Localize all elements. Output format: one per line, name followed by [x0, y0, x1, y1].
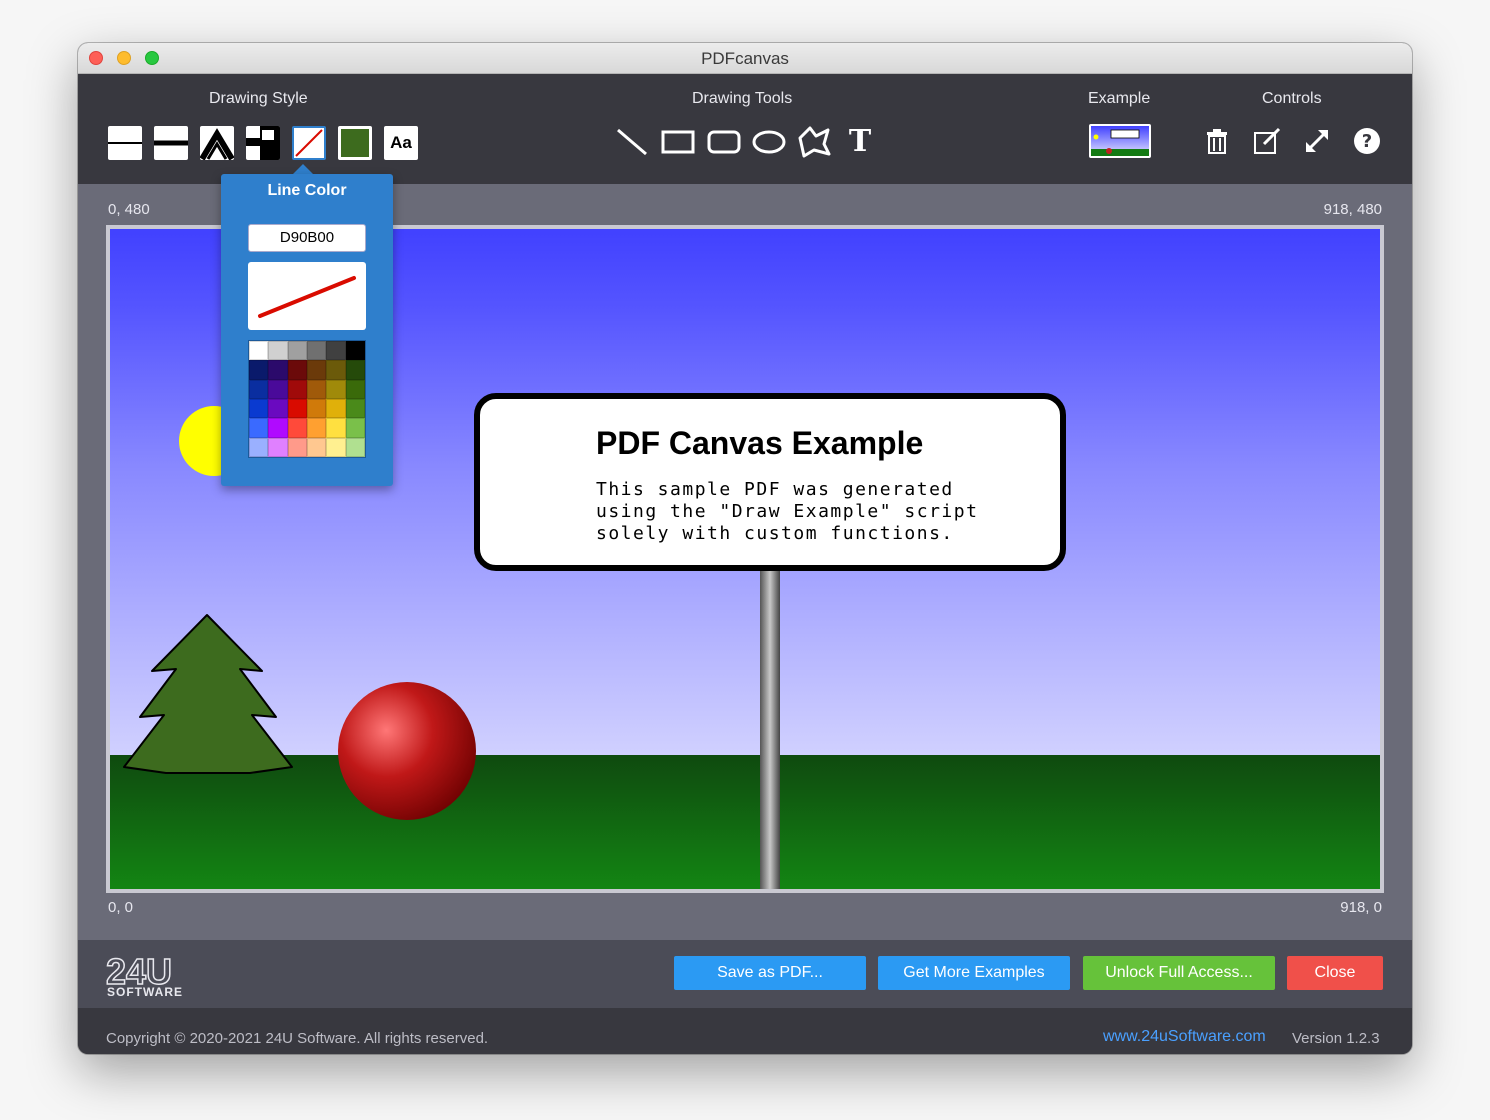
- footer: Copyright © 2020-2021 24U Software. All …: [78, 1008, 1412, 1054]
- text-style-button[interactable]: Aa: [384, 126, 418, 160]
- thick-line-icon: [154, 140, 188, 146]
- color-swatch[interactable]: [249, 418, 269, 438]
- ellipse-tool-icon[interactable]: [751, 124, 787, 160]
- line-color-popover: Line Color D90B00: [221, 174, 393, 486]
- line-join-button[interactable]: [200, 126, 234, 160]
- color-swatch[interactable]: [287, 341, 307, 361]
- color-swatch[interactable]: [326, 437, 346, 457]
- coord-top-right: 918, 480: [1323, 201, 1382, 218]
- color-swatch[interactable]: [268, 341, 288, 361]
- svg-text:?: ?: [1362, 131, 1372, 152]
- sign-text: This sample PDF was generated using the …: [596, 479, 979, 544]
- color-swatch[interactable]: [249, 341, 269, 361]
- color-swatch[interactable]: [326, 341, 346, 361]
- color-swatch[interactable]: [249, 399, 269, 419]
- color-swatch[interactable]: [287, 360, 307, 380]
- copyright-text: Copyright © 2020-2021 24U Software. All …: [106, 1030, 489, 1047]
- color-swatch[interactable]: [326, 379, 346, 399]
- color-swatch[interactable]: [326, 360, 346, 380]
- window-title: PDFcanvas: [701, 49, 789, 68]
- color-swatch[interactable]: [326, 399, 346, 419]
- line-cap-icon: [246, 126, 280, 160]
- color-swatch[interactable]: [249, 379, 269, 399]
- color-swatch[interactable]: [307, 399, 327, 419]
- color-swatch[interactable]: [307, 418, 327, 438]
- color-swatch[interactable]: [287, 399, 307, 419]
- color-swatch[interactable]: [307, 360, 327, 380]
- line-tool-icon[interactable]: [614, 124, 650, 160]
- color-swatch[interactable]: [249, 360, 269, 380]
- title-bar: PDFcanvas: [78, 43, 1412, 74]
- example-label: Example: [1088, 90, 1151, 107]
- color-swatch[interactable]: [345, 379, 365, 399]
- coord-top-left: 0, 480: [108, 201, 150, 218]
- thin-line-button[interactable]: [108, 126, 142, 160]
- save-as-pdf-button[interactable]: Save as PDF...: [674, 956, 866, 990]
- line-color-preview: [248, 262, 366, 330]
- text-tool-icon[interactable]: T: [842, 124, 878, 160]
- close-button[interactable]: Close: [1287, 956, 1383, 990]
- example-thumbnail-image: [1091, 126, 1149, 156]
- color-swatch[interactable]: [287, 437, 307, 457]
- tree-shape: [123, 614, 293, 774]
- 24u-software-logo: 24U SOFTWARE: [106, 954, 183, 998]
- sign-pole: [760, 559, 780, 889]
- line-color-button[interactable]: [292, 126, 326, 160]
- popover-title: Line Color: [267, 182, 347, 199]
- text-style-icon: Aa: [390, 133, 412, 152]
- color-swatch[interactable]: [345, 399, 365, 419]
- color-swatch[interactable]: [249, 437, 269, 457]
- rectangle-tool-icon[interactable]: [660, 124, 696, 160]
- red-ball-shape: [338, 682, 476, 820]
- example-thumbnail-button[interactable]: [1089, 124, 1151, 158]
- color-swatch[interactable]: [326, 418, 346, 438]
- website-link[interactable]: www.24uSoftware.com: [1103, 1028, 1266, 1046]
- thick-line-button[interactable]: [154, 126, 188, 160]
- rounded-rectangle-tool-icon[interactable]: [706, 124, 742, 160]
- color-swatch[interactable]: [345, 360, 365, 380]
- expand-icon[interactable]: [1302, 126, 1332, 156]
- sign-board: PDF Canvas Example This sample PDF was g…: [474, 393, 1066, 571]
- color-swatch[interactable]: [307, 379, 327, 399]
- color-swatch[interactable]: [268, 399, 288, 419]
- color-swatch[interactable]: [268, 437, 288, 457]
- toolbar: Drawing Style Drawing Tools Example Cont…: [78, 74, 1412, 184]
- help-icon[interactable]: ?: [1352, 126, 1382, 156]
- bottom-bar: 24U SOFTWARE Save as PDF... Get More Exa…: [78, 940, 1412, 1008]
- line-preview-icon: [258, 276, 356, 318]
- color-swatch[interactable]: [268, 360, 288, 380]
- controls-label: Controls: [1262, 90, 1322, 107]
- line-join-icon: [200, 128, 234, 160]
- unlock-full-access-button[interactable]: Unlock Full Access...: [1083, 956, 1275, 990]
- coord-bottom-right: 918, 0: [1340, 899, 1382, 916]
- color-swatch[interactable]: [345, 418, 365, 438]
- drawing-tools-label: Drawing Tools: [692, 90, 793, 107]
- color-swatch[interactable]: [268, 379, 288, 399]
- logo-sub-text: SOFTWARE: [107, 985, 183, 998]
- drawing-style-label: Drawing Style: [209, 90, 308, 107]
- sign-title: PDF Canvas Example: [596, 425, 924, 461]
- color-swatch[interactable]: [268, 418, 288, 438]
- fill-color-swatch: [341, 129, 369, 157]
- fill-color-button[interactable]: [338, 126, 372, 160]
- line-cap-button[interactable]: [246, 126, 280, 160]
- color-swatch[interactable]: [345, 437, 365, 457]
- color-swatch[interactable]: [287, 379, 307, 399]
- get-more-examples-button[interactable]: Get More Examples: [878, 956, 1070, 990]
- color-swatch[interactable]: [345, 341, 365, 361]
- color-palette: [248, 340, 366, 458]
- coord-bottom-left: 0, 0: [108, 899, 134, 916]
- polygon-tool-icon[interactable]: [796, 124, 832, 160]
- edit-icon[interactable]: [1252, 126, 1282, 156]
- thin-line-icon: [108, 142, 142, 144]
- version-text: Version 1.2.3: [1292, 1030, 1380, 1047]
- trash-icon[interactable]: [1202, 126, 1232, 156]
- color-swatch[interactable]: [287, 418, 307, 438]
- hex-color-field[interactable]: D90B00: [248, 224, 366, 252]
- color-swatch[interactable]: [307, 341, 327, 361]
- color-swatch[interactable]: [307, 437, 327, 457]
- line-color-icon: [295, 129, 323, 157]
